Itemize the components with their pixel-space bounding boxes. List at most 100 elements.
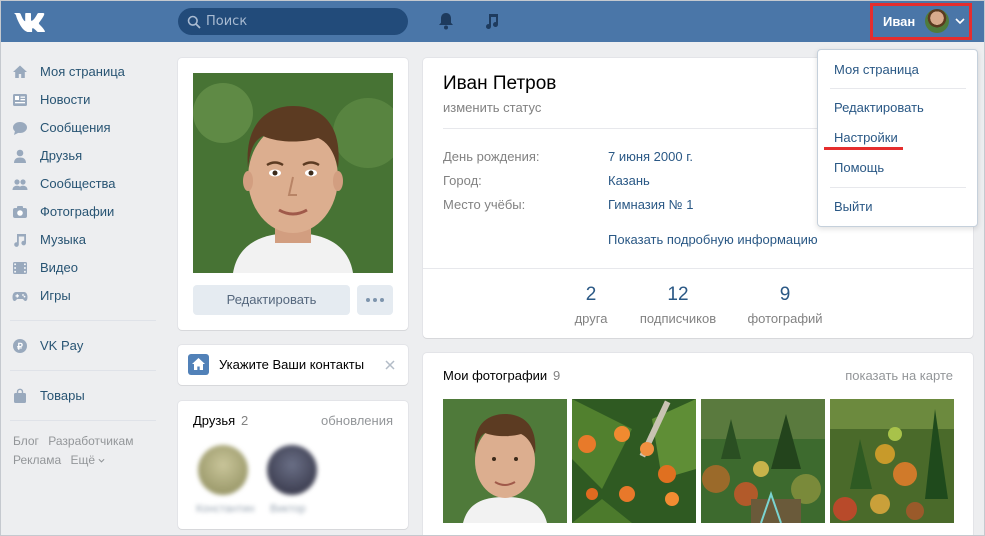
sidebar-item-video[interactable]: Видео bbox=[10, 254, 160, 282]
stat-number: 12 bbox=[667, 284, 689, 305]
photo-thumbnail[interactable] bbox=[701, 399, 825, 523]
friend-name[interactable]: Виктор bbox=[270, 503, 306, 515]
dropdown-item-edit[interactable]: Редактировать bbox=[834, 100, 924, 115]
sidebar-item-photos[interactable]: Фотографии bbox=[10, 198, 160, 226]
sidebar-item-label: Видео bbox=[40, 260, 78, 275]
info-value-birthday[interactable]: 7 июня 2000 г. bbox=[608, 149, 693, 164]
stat-label: подписчиков bbox=[639, 311, 717, 326]
profile-photo[interactable] bbox=[193, 73, 393, 273]
music-icon bbox=[14, 234, 27, 247]
sidebar-item-groups[interactable]: Сообщества bbox=[10, 170, 160, 198]
user-menu-button[interactable]: Иван bbox=[870, 3, 972, 40]
stat-label: фотографий bbox=[747, 311, 823, 326]
sidebar-item-label: Моя страница bbox=[40, 64, 125, 79]
video-icon bbox=[13, 262, 27, 274]
sidebar-item-label: Друзья bbox=[40, 148, 83, 163]
friend-avatar[interactable] bbox=[267, 445, 317, 495]
sidebar-item-friends[interactable]: Друзья bbox=[10, 142, 160, 170]
dropdown-item-help[interactable]: Помощь bbox=[834, 160, 884, 175]
info-value-city[interactable]: Казань bbox=[608, 173, 650, 188]
vk-logo-icon[interactable] bbox=[12, 10, 46, 32]
sidebar-item-label: Сообщества bbox=[40, 176, 116, 191]
sidebar-item-music[interactable]: Музыка bbox=[10, 226, 160, 254]
friends-title[interactable]: Друзья bbox=[193, 413, 235, 428]
more-dots-icon bbox=[366, 298, 384, 302]
photos-title[interactable]: Мои фотографии bbox=[443, 368, 547, 383]
contacts-card[interactable]: Укажите Ваши контакты bbox=[178, 345, 408, 385]
more-actions-button[interactable] bbox=[357, 285, 393, 315]
friend-name[interactable]: Константин bbox=[196, 503, 254, 515]
bell-icon[interactable] bbox=[436, 11, 456, 31]
top-header: Поиск Иван bbox=[0, 0, 985, 42]
search-placeholder: Поиск bbox=[206, 14, 248, 29]
gamepad-icon bbox=[12, 292, 28, 301]
info-value-school[interactable]: Гимназия № 1 bbox=[608, 197, 693, 212]
friends-icon bbox=[14, 149, 26, 163]
user-dropdown-menu: Моя страница Редактировать Настройки Пом… bbox=[817, 49, 978, 227]
sidebar-item-vkpay[interactable]: ₽ VK Pay bbox=[10, 332, 160, 360]
sidebar-item-label: VK Pay bbox=[40, 338, 84, 353]
friends-card: Друзья 2 обновления Константин Виктор bbox=[178, 401, 408, 529]
vkpay-icon: ₽ bbox=[13, 339, 27, 353]
svg-text:₽: ₽ bbox=[17, 342, 23, 352]
info-label-school: Место учёбы: bbox=[443, 197, 526, 212]
show-more-info-link[interactable]: Показать подробную информацию bbox=[608, 232, 818, 247]
search-icon bbox=[187, 15, 201, 29]
sidebar-item-messages[interactable]: Сообщения bbox=[10, 114, 160, 142]
info-label-birthday: День рождения: bbox=[443, 149, 540, 164]
chevron-down-icon bbox=[955, 18, 965, 25]
chevron-down-icon bbox=[98, 458, 105, 463]
search-box[interactable]: Поиск bbox=[178, 8, 408, 35]
sidebar-item-news[interactable]: Новости bbox=[10, 86, 160, 114]
contacts-label: Укажите Ваши контакты bbox=[219, 357, 365, 372]
menu-footer: Блог Разработчикам Реклама Ещё bbox=[10, 432, 160, 470]
footer-link-more[interactable]: Ещё bbox=[70, 453, 105, 467]
photos-count: 9 bbox=[553, 368, 561, 383]
left-menu: Моя страница Новости Сообщения Друзья Со… bbox=[10, 58, 160, 470]
friends-count: 2 bbox=[241, 413, 249, 428]
stat-photos[interactable]: 9 фотографий bbox=[730, 284, 840, 326]
change-status-link[interactable]: изменить статус bbox=[443, 100, 541, 115]
close-icon[interactable] bbox=[385, 360, 395, 370]
footer-link-ads[interactable]: Реклама bbox=[13, 453, 61, 467]
footer-more-label: Ещё bbox=[70, 453, 96, 467]
header-user-name: Иван bbox=[883, 14, 916, 29]
divider bbox=[423, 268, 973, 269]
dropdown-divider bbox=[830, 187, 966, 188]
menu-divider bbox=[10, 320, 156, 321]
messages-icon bbox=[13, 122, 27, 135]
sidebar-item-my-page[interactable]: Моя страница bbox=[10, 58, 160, 86]
header-avatar bbox=[925, 9, 949, 33]
dropdown-item-settings[interactable]: Настройки bbox=[834, 130, 898, 145]
sidebar-item-games[interactable]: Игры bbox=[10, 282, 160, 310]
sidebar-item-label: Товары bbox=[40, 388, 85, 403]
show-on-map-link[interactable]: показать на карте bbox=[845, 368, 953, 383]
friends-updates-link[interactable]: обновления bbox=[321, 413, 393, 428]
sidebar-item-label: Сообщения bbox=[40, 120, 111, 135]
camera-icon bbox=[13, 206, 27, 218]
groups-icon bbox=[12, 179, 28, 190]
sidebar-item-goods[interactable]: Товары bbox=[10, 382, 160, 410]
sidebar-item-label: Музыка bbox=[40, 232, 86, 247]
footer-link-blog[interactable]: Блог bbox=[13, 434, 39, 448]
dropdown-item-my-page[interactable]: Моя страница bbox=[834, 62, 919, 77]
dropdown-item-logout[interactable]: Выйти bbox=[834, 199, 873, 214]
news-icon bbox=[13, 94, 27, 106]
music-note-icon[interactable] bbox=[482, 11, 502, 31]
photo-thumbnail[interactable] bbox=[830, 399, 954, 523]
stat-number: 9 bbox=[779, 284, 791, 305]
profile-name: Иван Петров bbox=[443, 73, 557, 94]
settings-highlight-underline bbox=[824, 147, 903, 150]
footer-link-dev[interactable]: Разработчикам bbox=[48, 434, 133, 448]
dropdown-divider bbox=[830, 88, 966, 89]
sidebar-item-label: Игры bbox=[40, 288, 71, 303]
friend-avatar[interactable] bbox=[198, 445, 248, 495]
photo-thumbnail[interactable] bbox=[443, 399, 567, 523]
home-icon bbox=[13, 65, 27, 78]
menu-divider bbox=[10, 420, 156, 421]
edit-profile-button[interactable]: Редактировать bbox=[193, 285, 350, 315]
stat-followers[interactable]: 12 подписчиков bbox=[623, 284, 733, 326]
photo-thumbnail[interactable] bbox=[572, 399, 696, 523]
sidebar-item-label: Новости bbox=[40, 92, 91, 107]
info-label-city: Город: bbox=[443, 173, 482, 188]
